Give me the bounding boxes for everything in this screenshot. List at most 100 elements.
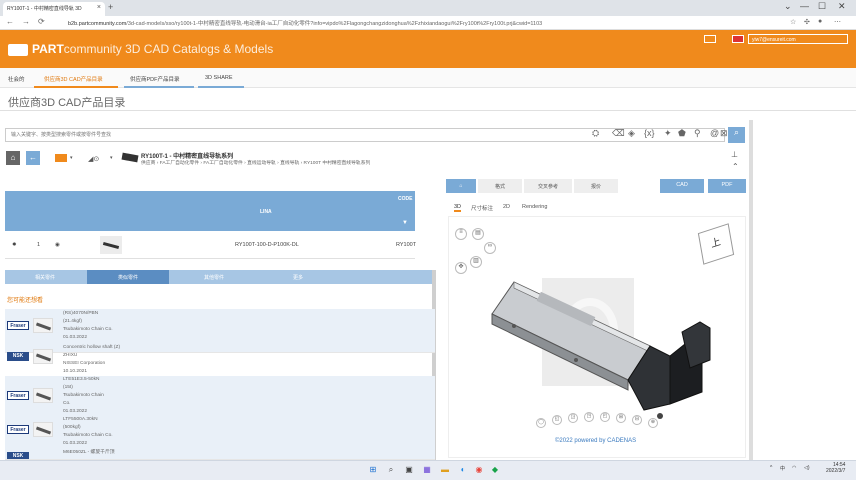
breadcrumb[interactable]: 供应商 › FA工厂自动化零件 › FA工厂自动化零件 › 直线运动导轨 › 直… [141,159,370,166]
brand-strong: PART [32,42,64,56]
tab-home[interactable]: ⌂ [446,179,476,193]
filter-icon[interactable]: ▼ [402,220,408,226]
cad-download-button[interactable]: CAD [660,179,704,193]
layers-icon[interactable]: ▥ [470,256,482,268]
tab-similar-parts[interactable]: 类似零件 [87,270,169,284]
color-swatch-icon[interactable] [55,154,67,162]
view-3d-icon[interactable]: ◉ [55,242,60,248]
browser-tab[interactable]: RY100T-1 - 中村精密直线导轨 3D × [3,2,105,16]
zoom-fit-icon[interactable]: ◯ [536,418,546,428]
item-text: LTF5500A.30kN (500kgf) Tsubakimoto Chain C… [63,417,113,446]
eraser-icon[interactable]: ⌫ [612,128,625,139]
view-front-icon[interactable]: ◱ [552,415,562,425]
volume-icon[interactable]: ◁) [804,465,810,471]
vr-glasses-icon[interactable]: ∞ [484,242,496,254]
wifi-icon[interactable]: ◠ [792,465,796,471]
subtab-3d[interactable]: 3D [454,204,462,212]
brand-logo[interactable]: PARTcommunity 3D CAD Catalogs & Models [32,42,273,56]
subtab-2d[interactable]: 2D [503,204,510,210]
cube-icon[interactable]: ◈ [628,128,635,139]
at-icon[interactable]: @ [710,128,719,138]
windows-start-icon[interactable]: ⊞ [366,463,380,477]
maker-logo: NSK [7,452,29,459]
search-icon[interactable]: ⌕ [384,463,398,477]
app-icon[interactable]: ◆ [488,463,502,477]
view-top-icon[interactable]: ◲ [568,413,578,423]
pin-icon[interactable]: ⊥ [731,150,738,159]
measure-icon[interactable]: ⊞ [616,413,626,423]
link-icon[interactable]: ⚲ [694,128,701,139]
tab-other-parts[interactable]: 其他零件 [172,270,256,284]
new-tab-button[interactable]: + [108,2,113,12]
nav-item-3d-share[interactable]: 3D SHARE [205,75,233,81]
profile-icon[interactable]: ● [818,18,826,26]
subtab-rendering[interactable]: Rendering [522,204,547,210]
delete-icon[interactable]: ⊠ [720,128,728,139]
nav-item-social[interactable]: 社会的 [8,75,25,83]
collapse-icon[interactable]: ⌃ [732,162,739,171]
url-path: /3d-cad-models/sso/ry100t-1-中村精密直线导轨-电动滑… [126,21,543,27]
forward-icon[interactable]: → [22,17,30,26]
tag-icon[interactable]: ⬟ [678,128,686,139]
edge-icon[interactable]: ◐ [456,463,470,477]
tab-search-icon[interactable]: ⌄ [784,1,792,12]
clock[interactable]: 14:54 2022/3/7 [826,462,845,474]
close-window-button[interactable]: ✕ [838,1,846,12]
layers-icon[interactable]: ▤ [472,228,484,240]
tab-format[interactable]: 格式 [478,179,522,193]
maker-logo: Fraser [7,425,29,434]
main-nav [0,68,856,88]
menu-icon[interactable]: ≡ [455,228,467,240]
section-icon[interactable]: ⊟ [632,415,642,425]
subtab-dimensions[interactable]: 尺寸标注 [471,204,493,212]
nav-item-3d-catalog[interactable]: 供应商3D CAD产品目录 [44,75,103,83]
mail-icon[interactable] [704,35,716,43]
back-button[interactable]: ← [26,151,40,165]
powered-by-link[interactable]: ©2022 powered by CADENAS [555,438,636,444]
column-header-code[interactable]: CODE [398,196,412,202]
star-icon[interactable]: ☆ [790,18,798,26]
magic-icon[interactable]: ✦ [664,128,672,139]
pdf-download-button[interactable]: PDF [708,179,746,193]
gear-icon[interactable]: ✹ [12,242,17,248]
menu-icon[interactable]: ⋯ [834,18,842,26]
url-field[interactable]: b2b.partcommunity.com/3d-cad-models/sso/… [68,17,768,28]
user-account[interactable]: yiw7@ensureit.com [748,34,848,44]
tab-cross-reference[interactable]: 交叉参考 [524,179,572,193]
tab-quote[interactable]: 报价 [574,179,618,193]
home-button[interactable]: ⌂ [6,151,20,165]
tab-close-icon[interactable]: × [97,4,101,11]
lang-indicator[interactable]: 中 [780,465,785,472]
nav-active-underline [34,86,118,88]
scrollbar[interactable] [749,120,753,460]
formula-icon[interactable]: {x} [644,128,655,138]
table-row[interactable] [5,231,415,259]
minimize-button[interactable]: — [800,1,809,11]
list-item[interactable]: M6E050ZL - 螺旋千斤顶 [5,449,435,460]
maximize-button[interactable]: ☐ [818,1,826,12]
column-header-lina[interactable]: LINA [260,209,272,215]
tab-more[interactable]: 更多 [258,270,338,284]
extension-icon[interactable]: ✣ [804,18,812,26]
tab-related-parts[interactable]: 相关零件 [5,270,85,284]
item-thumbnail [33,318,53,333]
product-3d-model[interactable] [484,256,730,420]
move-icon[interactable]: ✥ [455,262,467,274]
explode-icon[interactable]: ⊕ [648,418,658,428]
widgets-icon[interactable]: ▦ [420,463,434,477]
chrome-icon[interactable]: ◉ [472,463,486,477]
task-view-icon[interactable]: ▣ [402,463,416,477]
search-button[interactable]: ⌕ [728,127,745,143]
chevron-down-icon[interactable]: ▾ [110,155,113,161]
measure-icon[interactable]: ◢⊙ [88,155,99,163]
network-icon[interactable]: ⛭ [592,128,599,139]
language-flag-icon[interactable] [732,35,744,43]
tray-chevron-icon[interactable]: ^ [770,465,772,471]
file-explorer-icon[interactable]: ▬ [438,463,452,477]
view-side-icon[interactable]: ◰ [600,412,610,422]
back-icon[interactable]: ← [6,17,14,26]
view-iso-icon[interactable]: ◳ [584,412,594,422]
reload-icon[interactable]: ⟳ [38,17,45,26]
chevron-down-icon[interactable]: ▾ [70,155,73,161]
nav-item-pdf-catalog[interactable]: 供应商PDF产品目录 [130,75,180,83]
